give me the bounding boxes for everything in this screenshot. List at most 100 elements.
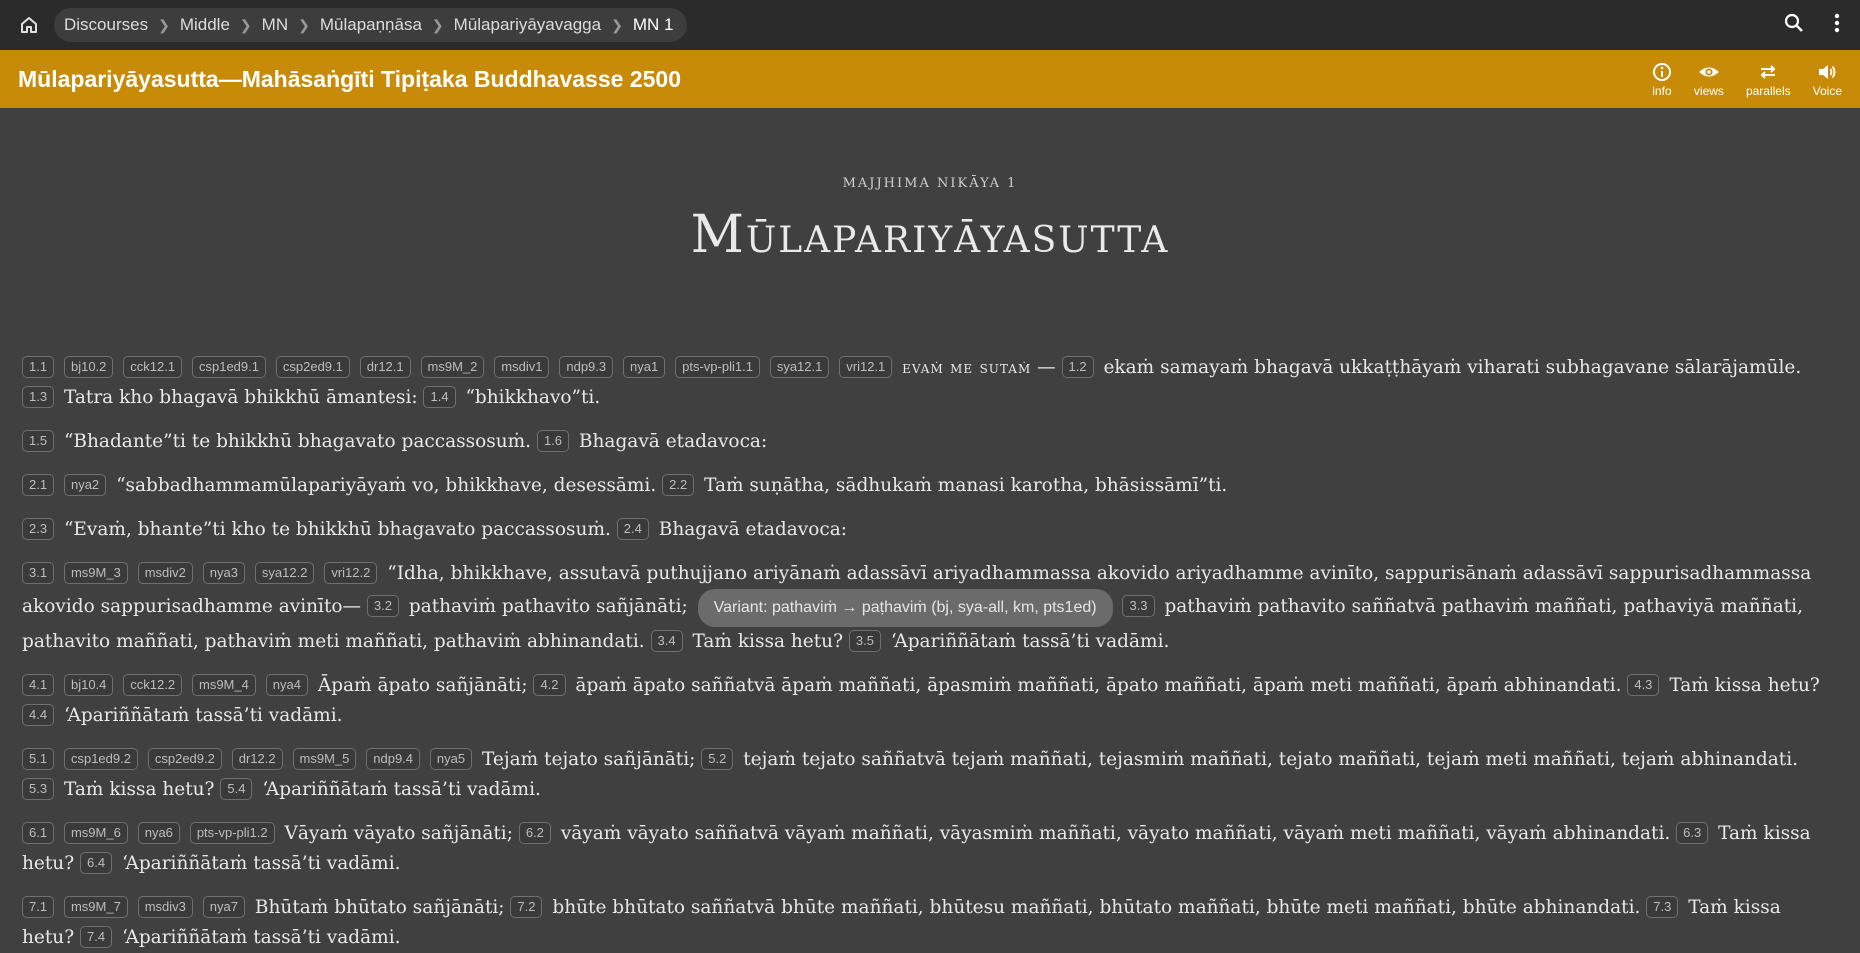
segment-text: ‘Apariññātaṁ tassā’ti vadāmi. <box>262 779 541 800</box>
top-bar: Discourses ❯ Middle ❯ MN ❯ Mūlapaṇṇāsa ❯ Mūlapar… <box>0 0 1860 50</box>
segment-reference[interactable]: 2.4 <box>616 518 649 540</box>
segment-reference[interactable]: sya12.2 <box>254 562 315 584</box>
segment-reference[interactable]: 1.4 <box>423 386 456 408</box>
segment-reference[interactable]: 3.5 <box>848 630 881 652</box>
breadcrumb-item[interactable]: MN 1 <box>633 15 674 35</box>
segment-reference[interactable]: 1.2 <box>1061 356 1094 378</box>
segment-reference[interactable]: 6.1 <box>22 822 55 844</box>
segment-reference[interactable]: nya4 <box>265 674 308 696</box>
segment-reference[interactable]: vri12.2 <box>324 562 378 584</box>
segment-reference[interactable]: nya2 <box>63 474 107 496</box>
segment-text: ‘Apariññātaṁ tassā’ti vadāmi. <box>121 927 401 948</box>
segment-reference[interactable]: csp1ed9.2 <box>63 748 138 770</box>
sutta-paragraph: 2.1 nya2 “sabbadhammamūlapariyāyaṁ vo, b… <box>22 471 1838 501</box>
segment-reference[interactable]: 5.3 <box>22 778 55 800</box>
segment-reference[interactable]: ms9M_7 <box>63 896 128 918</box>
breadcrumb-item[interactable]: MN <box>262 15 288 35</box>
segment-reference[interactable]: ms9M_6 <box>63 822 128 844</box>
chevron-right-icon: ❯ <box>611 16 623 33</box>
segment-reference[interactable]: ndp9.3 <box>559 356 614 378</box>
segment-reference[interactable]: nya3 <box>202 562 245 584</box>
breadcrumb-item[interactable]: Middle <box>180 15 230 35</box>
segment-reference[interactable]: cck12.2 <box>123 674 183 696</box>
breadcrumb-item[interactable]: Mūlapaṇṇāsa <box>320 15 422 35</box>
segment-reference[interactable]: 4.3 <box>1627 674 1660 696</box>
info-label: info <box>1652 83 1672 98</box>
segment-reference[interactable]: ms9M_2 <box>420 356 485 378</box>
info-button[interactable]: info <box>1652 62 1672 97</box>
segment-reference[interactable]: cck12.1 <box>123 356 183 378</box>
segment-reference[interactable]: 5.4 <box>220 778 253 800</box>
segment-reference[interactable]: msdiv1 <box>494 356 550 378</box>
segment-reference[interactable]: 5.2 <box>701 748 734 770</box>
segment-reference[interactable]: 3.2 <box>366 595 399 617</box>
chevron-right-icon: ❯ <box>431 16 444 33</box>
segment-reference[interactable]: csp2ed9.1 <box>275 356 350 378</box>
segment-reference[interactable]: 7.1 <box>22 896 55 918</box>
segment-reference[interactable]: 1.3 <box>22 386 55 408</box>
segment-reference[interactable]: pts-vp-pli1.2 <box>189 822 275 844</box>
views-button[interactable]: views <box>1694 62 1724 97</box>
opening-phrase: evaṁ me sutaṁ <box>902 358 1032 378</box>
segment-reference[interactable]: ms9M_3 <box>63 562 128 584</box>
segment-reference[interactable]: 2.2 <box>662 474 695 496</box>
segment-reference[interactable]: nya5 <box>429 748 473 770</box>
segment-reference[interactable]: 1.5 <box>22 430 55 452</box>
segment-reference[interactable]: 3.3 <box>1122 595 1155 617</box>
segment-reference[interactable]: nya7 <box>202 896 245 918</box>
segment-reference[interactable]: msdiv2 <box>137 562 193 584</box>
segment-reference[interactable]: 7.3 <box>1646 896 1679 918</box>
segment-reference[interactable]: 4.2 <box>533 674 566 696</box>
segment-reference[interactable]: 1.1 <box>22 356 55 378</box>
segment-reference[interactable]: 7.4 <box>80 926 113 948</box>
views-label: views <box>1693 83 1724 98</box>
segment-reference[interactable]: ms9M_5 <box>292 748 357 770</box>
voice-button[interactable]: Voice <box>1813 62 1842 97</box>
segment-reference[interactable]: csp2ed9.2 <box>147 748 222 770</box>
segment-reference[interactable]: vri12.1 <box>839 356 893 378</box>
segment-reference[interactable]: pts-vp-pli1.1 <box>675 356 760 378</box>
chevron-right-icon: ❯ <box>298 16 310 33</box>
segment-reference[interactable]: 3.4 <box>650 630 683 652</box>
sutta-heading: MAJJHIMA NIKĀYA 1 Mūlapariyāyasutta <box>0 176 1860 265</box>
segment-reference[interactable]: 1.6 <box>536 430 570 452</box>
segment-reference[interactable]: ndp9.4 <box>366 748 421 770</box>
segment-reference[interactable]: dr12.1 <box>359 356 411 378</box>
segment-reference[interactable]: nya6 <box>137 822 180 844</box>
segment-reference[interactable]: 2.3 <box>22 518 55 540</box>
segment-text: vāyaṁ vāyato saññatvā vāyaṁ maññati, vāy… <box>560 823 1677 844</box>
segment-reference[interactable]: 3.1 <box>22 562 55 584</box>
segment-reference[interactable]: 4.4 <box>22 704 55 726</box>
sutta-paragraph: 4.1 bj10.4 cck12.2 ms9M_4 nya4 Āpaṁ āpat… <box>22 671 1838 731</box>
segment-reference[interactable]: 6.4 <box>80 852 113 874</box>
segment-reference[interactable]: ms9M_4 <box>191 674 256 696</box>
segment-reference[interactable]: bj10.2 <box>63 356 114 378</box>
segment-text: “sabbadhammamūlapariyāyaṁ vo, bhikkhave,… <box>116 475 663 496</box>
home-icon[interactable] <box>18 14 40 36</box>
segment-reference[interactable]: csp1ed9.1 <box>191 356 266 378</box>
segment-text: Taṁ kissa hetu? <box>63 779 221 800</box>
segment-text: Bhūtaṁ bhūtato sañjānāti; <box>254 897 511 918</box>
segment-reference[interactable]: msdiv3 <box>137 896 193 918</box>
sutta-paragraph: 1.5 “Bhadante”ti te bhikkhū bhagavato pa… <box>22 427 1838 457</box>
more-menu-icon[interactable] <box>1834 13 1840 38</box>
sutta-paragraph: 2.3 “Evaṁ, bhante”ti kho te bhikkhū bhag… <box>22 515 1838 545</box>
sutta-title: Mūlapariyāyasutta <box>690 205 1170 265</box>
segment-reference[interactable]: bj10.4 <box>63 674 114 696</box>
segment-reference[interactable]: 5.1 <box>22 748 55 770</box>
segment-reference[interactable]: 6.3 <box>1676 822 1709 844</box>
breadcrumb-item[interactable]: Mūlapariyāyavagga <box>454 15 601 35</box>
segment-reference[interactable]: nya1 <box>623 356 666 378</box>
segment-reference[interactable]: 7.2 <box>510 896 543 918</box>
segment-text: “Bhadante”ti te bhikkhū bhagavato paccas… <box>63 431 537 452</box>
segment-text: Tatra kho bhagavā bhikkhū āmantesi: <box>63 387 424 408</box>
segment-reference[interactable]: 6.2 <box>518 822 551 844</box>
search-icon[interactable] <box>1784 13 1804 38</box>
breadcrumb-item[interactable]: Discourses <box>64 15 148 35</box>
segment-reference[interactable]: sya12.1 <box>769 356 830 378</box>
segment-reference[interactable]: 4.1 <box>22 674 55 696</box>
parallels-button[interactable]: parallels <box>1746 62 1791 97</box>
info-icon <box>1652 62 1671 81</box>
segment-reference[interactable]: 2.1 <box>22 474 55 496</box>
segment-reference[interactable]: dr12.2 <box>231 748 283 770</box>
